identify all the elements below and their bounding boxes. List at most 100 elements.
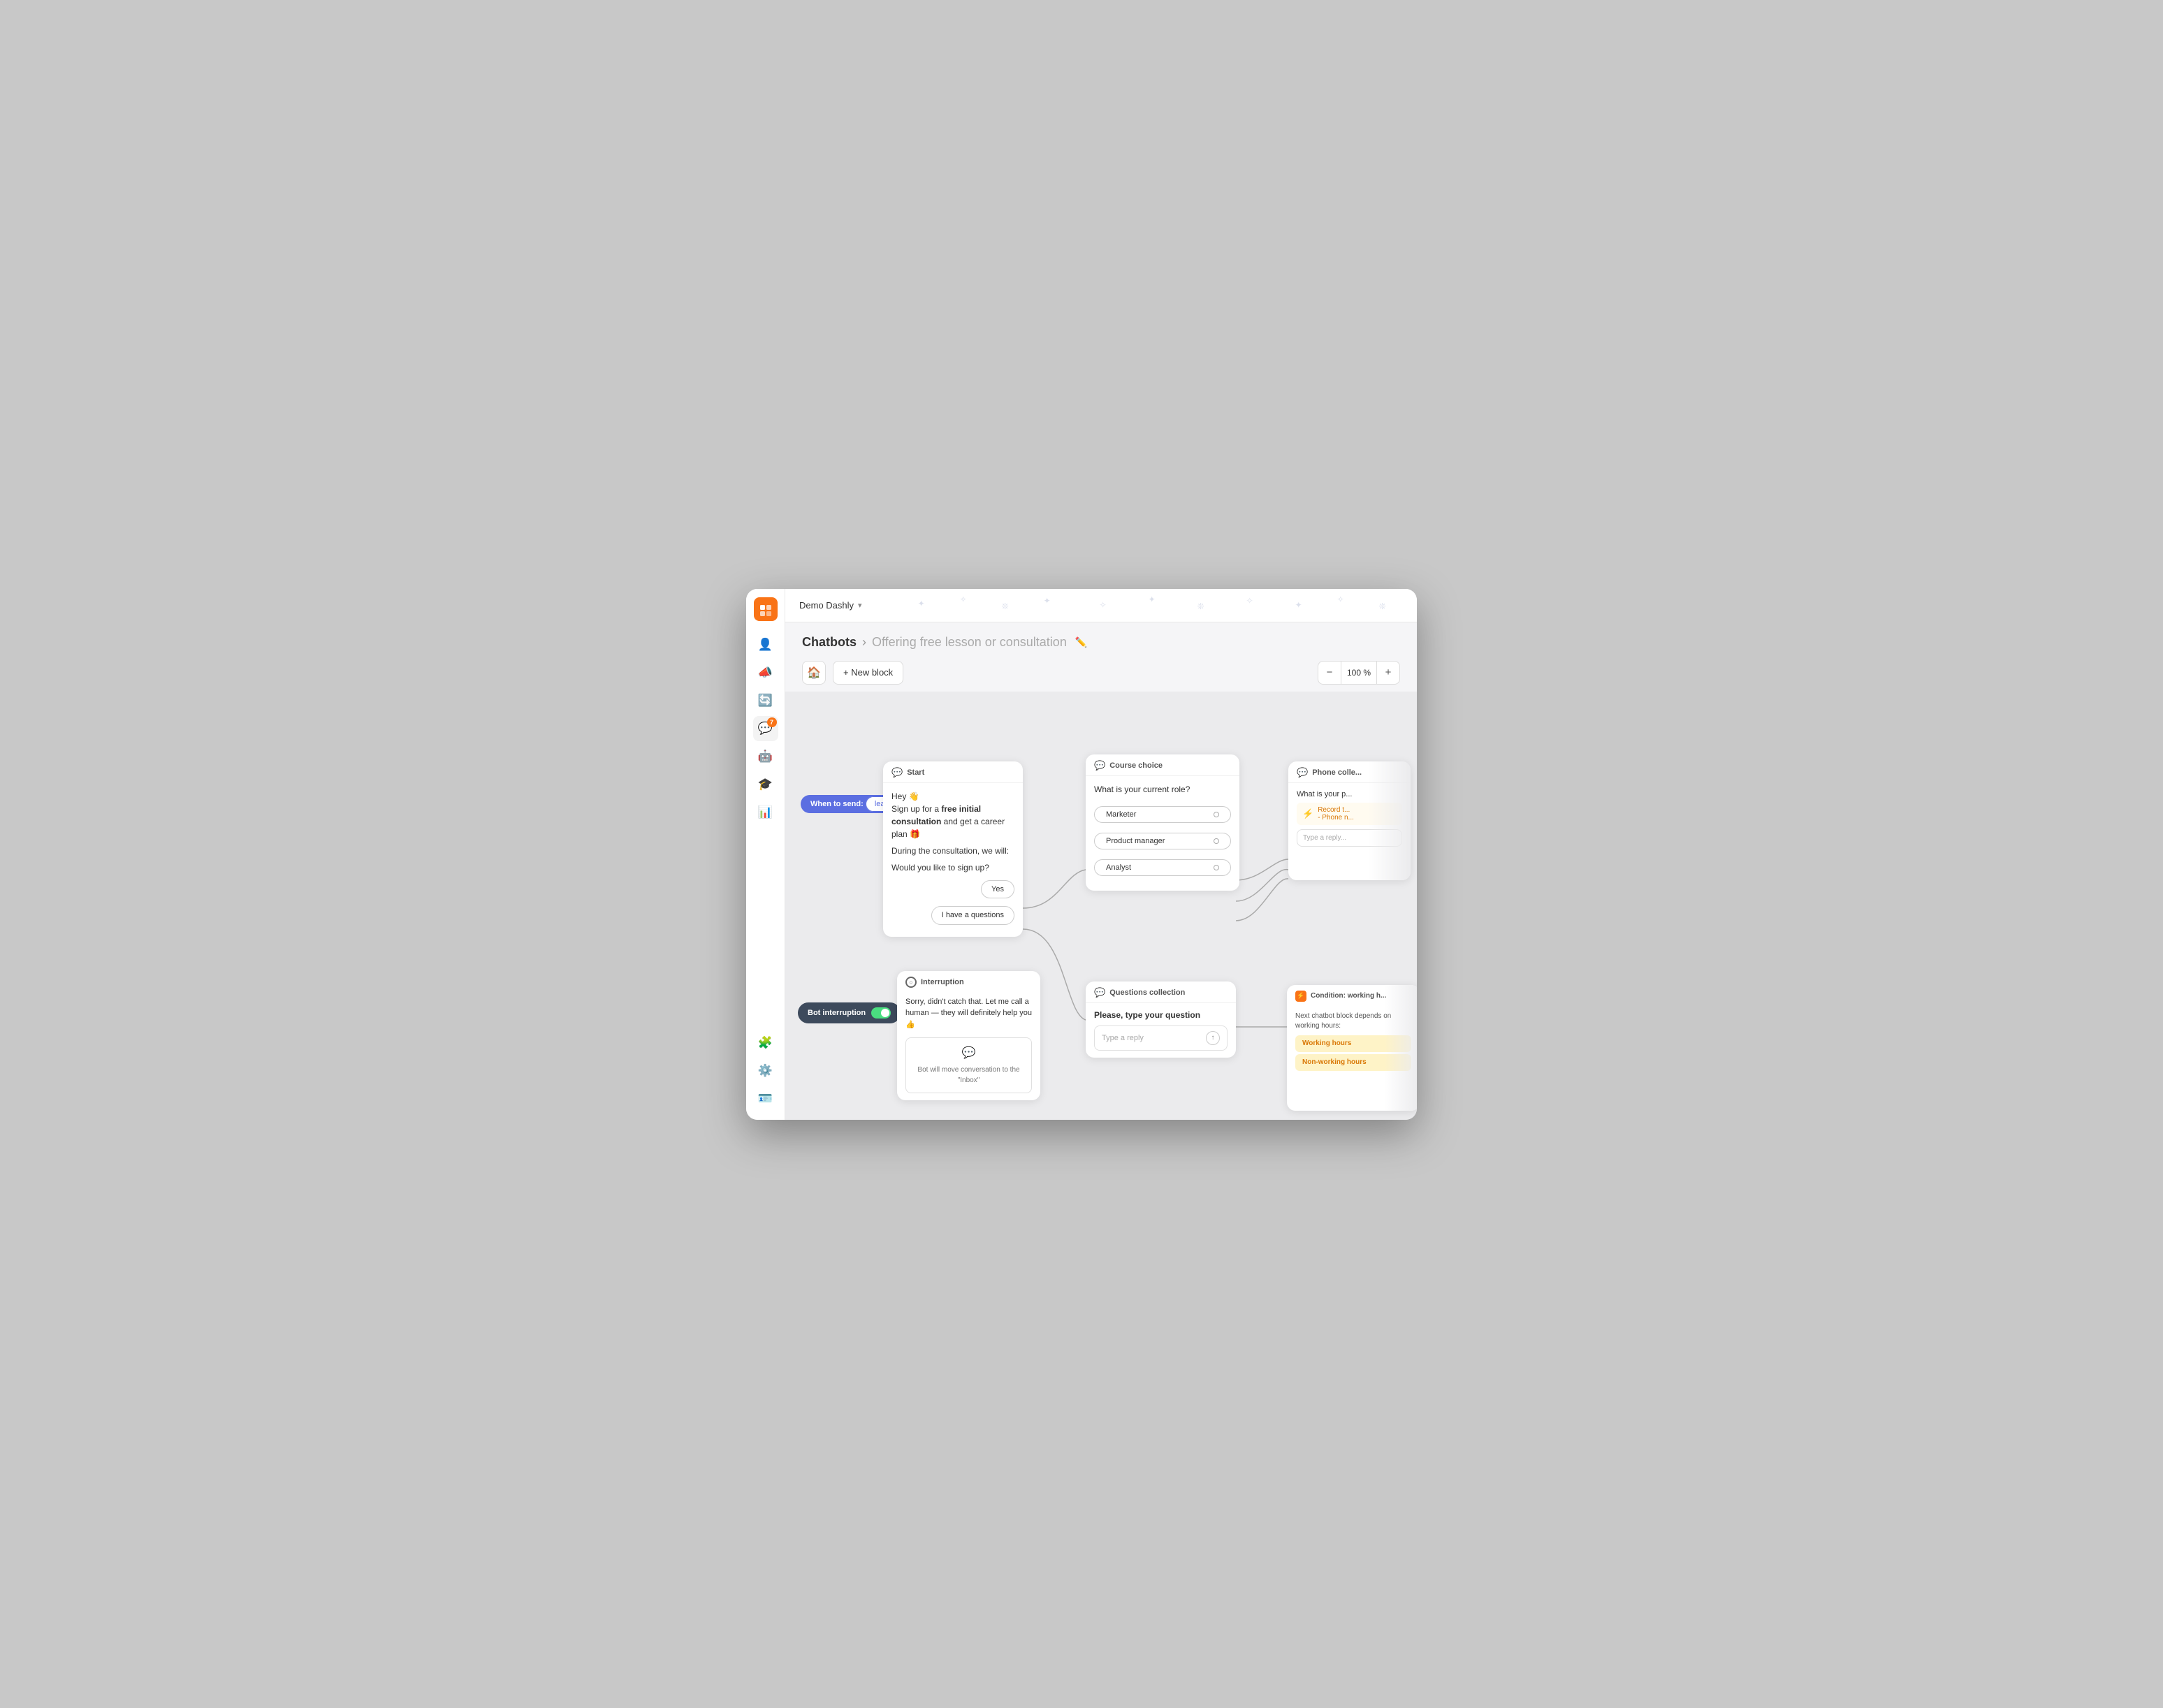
start-node-title: Start: [907, 768, 924, 777]
analyst-connector: [1214, 865, 1219, 870]
course-choice-title: Course choice: [1109, 761, 1163, 770]
sidebar-item-analytics[interactable]: 📊: [753, 800, 778, 825]
condition-description: Next chatbot block depends on working ho…: [1295, 1012, 1411, 1031]
start-message: Hey 👋 Sign up for a free initial consult…: [891, 790, 1014, 874]
phone-collect-title: Phone colle...: [1312, 768, 1362, 777]
workspace-selector[interactable]: Demo Dashly ▾: [799, 600, 862, 611]
edit-title-button[interactable]: ✏️: [1072, 634, 1090, 651]
reply-questions-button[interactable]: I have a questions: [931, 906, 1014, 925]
role-analyst-button[interactable]: Analyst: [1094, 859, 1231, 876]
sidebar-item-bot[interactable]: 🤖: [753, 744, 778, 769]
interrupt-circle-icon: ○: [905, 977, 917, 988]
interruption-node-header: ○ Interruption: [897, 971, 1040, 992]
role-marketer-button[interactable]: Marketer: [1094, 806, 1231, 823]
sidebar-item-messages[interactable]: 💬 7: [753, 716, 778, 741]
star-decoration: ❊: [1002, 601, 1009, 611]
star-decoration: ✧: [1337, 594, 1344, 604]
star-decoration: ✦: [1044, 596, 1051, 606]
start-node: 💬 Start Hey 👋 Sign up for a free initial…: [883, 761, 1023, 937]
course-choice-node: 💬 Course choice What is your current rol…: [1086, 754, 1239, 891]
phone-reply-input[interactable]: Type a reply...: [1297, 829, 1402, 847]
phone-collect-node: 💬 Phone colle... What is your p... ⚡ Rec…: [1288, 761, 1411, 880]
new-block-button[interactable]: + New block: [833, 661, 903, 685]
questions-collection-node: 💬 Questions collection Please, type your…: [1086, 981, 1236, 1058]
messages-badge: 7: [767, 717, 777, 727]
bot-interruption-trigger: Bot interruption: [798, 1002, 901, 1023]
phone-collect-header: 💬 Phone colle...: [1288, 761, 1411, 783]
zoom-in-button[interactable]: +: [1377, 662, 1399, 684]
star-decoration: ❊: [1197, 601, 1204, 611]
reply-input[interactable]: Type a reply ↑: [1094, 1025, 1228, 1051]
page-header: Chatbots › Offering free lesson or consu…: [785, 622, 1417, 657]
chat-icon-course: 💬: [1094, 760, 1105, 771]
course-question: What is your current role?: [1094, 784, 1231, 794]
interruption-node: ○ Interruption Sorry, didn't catch that.…: [897, 971, 1040, 1101]
non-working-hours-button[interactable]: Non-working hours: [1295, 1054, 1411, 1071]
star-decoration: ❊: [1379, 601, 1386, 611]
breadcrumb-current: Offering free lesson or consultation: [872, 635, 1067, 650]
sidebar-item-users[interactable]: 👤: [753, 632, 778, 657]
zoom-out-button[interactable]: −: [1318, 662, 1341, 684]
star-decoration: ✧: [960, 594, 967, 604]
star-decoration: ✧: [1100, 600, 1107, 610]
sidebar-item-id-card[interactable]: 🪪: [753, 1086, 778, 1111]
working-hours-button[interactable]: Working hours: [1295, 1035, 1411, 1052]
sidebar-item-campaigns[interactable]: 📣: [753, 660, 778, 685]
phone-action: ⚡ Record t...- Phone n...: [1297, 803, 1402, 825]
phone-collect-body: What is your p... ⚡ Record t...- Phone n…: [1288, 783, 1411, 854]
phone-question: What is your p...: [1297, 790, 1402, 798]
app-window: 👤 📣 🔄 💬 7 🤖 🎓 📊 🧩 ⚙️ 🪪 Demo Dashly ▾ ✦ ✧…: [746, 589, 1417, 1120]
chat-icon: 💬: [891, 767, 903, 778]
product-manager-label: Product manager: [1106, 837, 1165, 845]
inbox-icon: 💬: [913, 1045, 1024, 1062]
sidebar-item-flows[interactable]: 🔄: [753, 688, 778, 713]
home-button[interactable]: 🏠: [802, 661, 826, 685]
role-buttons: Marketer Product manager Analyst: [1094, 797, 1231, 882]
sidebar: 👤 📣 🔄 💬 7 🤖 🎓 📊 🧩 ⚙️ 🪪: [746, 589, 785, 1120]
bot-interruption-toggle[interactable]: [871, 1007, 891, 1019]
bot-move-text: Bot will move conversation to the "Inbox…: [913, 1065, 1024, 1086]
interruption-body: Sorry, didn't catch that. Let me call a …: [897, 992, 1040, 1101]
bot-interruption-text: Bot interruption: [808, 1009, 866, 1017]
course-choice-header: 💬 Course choice: [1086, 754, 1239, 776]
breadcrumb-separator: ›: [862, 635, 866, 650]
app-logo: [754, 597, 778, 621]
star-decoration: ✦: [918, 599, 925, 608]
sidebar-item-integrations[interactable]: 🧩: [753, 1030, 778, 1056]
reply-placeholder: Type a reply: [1102, 1034, 1144, 1042]
sidebar-item-courses[interactable]: 🎓: [753, 772, 778, 797]
role-product-manager-button[interactable]: Product manager: [1094, 833, 1231, 849]
chat-icon-questions: 💬: [1094, 987, 1105, 998]
marketer-label: Marketer: [1106, 810, 1136, 819]
star-decoration: ✦: [1149, 594, 1156, 604]
marketer-connector: [1214, 812, 1219, 817]
sidebar-item-settings[interactable]: ⚙️: [753, 1058, 778, 1083]
pm-connector: [1214, 838, 1219, 844]
interruption-title: Interruption: [921, 978, 964, 986]
topbar-decoration: ✦ ✧ ❊ ✦ ✧ ✦ ❊ ✧ ✦ ✧ ❊ ✦ ✦: [862, 589, 1403, 622]
trigger-label-text: When to send:: [810, 800, 864, 808]
condition-node: ⚡ Condition: working h... Next chatbot b…: [1287, 985, 1417, 1111]
star-decoration: ✧: [1246, 596, 1253, 606]
start-line-2: Sign up for a free initial consultation …: [891, 803, 1014, 840]
new-block-label: + New block: [843, 667, 893, 678]
condition-title: Condition: working h...: [1311, 992, 1386, 1000]
condition-icon: ⚡: [1295, 991, 1306, 1002]
lightning-icon: ⚡: [1302, 808, 1313, 819]
star-decoration: ✦: [1295, 600, 1302, 610]
questions-text: Please, type your question: [1094, 1010, 1228, 1020]
condition-header: ⚡ Condition: working h...: [1287, 985, 1417, 1007]
breadcrumb: Chatbots › Offering free lesson or consu…: [802, 635, 1067, 650]
course-choice-body: What is your current role? Marketer Prod…: [1086, 776, 1239, 891]
condition-body: Next chatbot block depends on working ho…: [1287, 1007, 1417, 1080]
main-content: Demo Dashly ▾ ✦ ✧ ❊ ✦ ✧ ✦ ❊ ✧ ✦ ✧ ❊ ✦ ✦: [785, 589, 1417, 1120]
questions-collection-body: Please, type your question Type a reply …: [1086, 1003, 1236, 1058]
interruption-message: Sorry, didn't catch that. Let me call a …: [905, 996, 1032, 1031]
start-line-4: Would you like to sign up?: [891, 861, 1014, 874]
breadcrumb-root[interactable]: Chatbots: [802, 635, 857, 650]
canvas[interactable]: When to send: lead_collect 💬 Start Hey 👋…: [785, 692, 1417, 1120]
topbar: Demo Dashly ▾ ✦ ✧ ❊ ✦ ✧ ✦ ❊ ✧ ✦ ✧ ❊ ✦ ✦: [785, 589, 1417, 622]
reply-yes-button[interactable]: Yes: [981, 880, 1014, 899]
chat-icon-phone: 💬: [1297, 767, 1308, 778]
questions-collection-header: 💬 Questions collection: [1086, 981, 1236, 1003]
